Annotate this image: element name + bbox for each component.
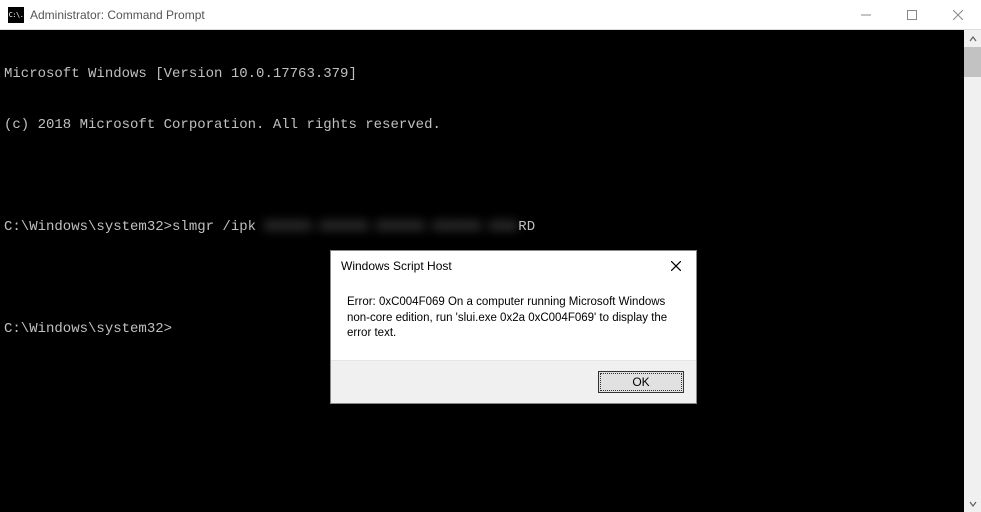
console-line: Microsoft Windows [Version 10.0.17763.37… (4, 66, 960, 83)
ok-button[interactable]: OK (598, 371, 684, 393)
scroll-up-button[interactable] (964, 30, 981, 47)
minimize-button[interactable] (843, 0, 889, 29)
scroll-track[interactable] (964, 47, 981, 495)
dialog-titlebar[interactable]: Windows Script Host (331, 251, 696, 281)
redacted-key: XXXXX-XXXXX-XXXXX-XXXXX-XXX (264, 219, 518, 236)
cmd-icon: C:\. (8, 7, 24, 23)
close-button[interactable] (935, 0, 981, 29)
scroll-down-button[interactable] (964, 495, 981, 512)
console-line: (c) 2018 Microsoft Corporation. All righ… (4, 117, 960, 134)
window-title: Administrator: Command Prompt (30, 8, 843, 22)
console-line: C:\Windows\system32>slmgr /ipk XXXXX-XXX… (4, 219, 960, 236)
dialog-title: Windows Script Host (341, 259, 656, 273)
window-controls (843, 0, 981, 29)
error-dialog: Windows Script Host Error: 0xC004F069 On… (330, 250, 697, 404)
console-line (4, 168, 960, 185)
scroll-thumb[interactable] (964, 47, 981, 77)
dialog-message: Error: 0xC004F069 On a computer running … (331, 281, 696, 360)
vertical-scrollbar[interactable] (964, 30, 981, 512)
dialog-footer: OK (331, 360, 696, 403)
window-titlebar: C:\. Administrator: Command Prompt (0, 0, 981, 30)
dialog-close-button[interactable] (656, 251, 696, 281)
maximize-button[interactable] (889, 0, 935, 29)
